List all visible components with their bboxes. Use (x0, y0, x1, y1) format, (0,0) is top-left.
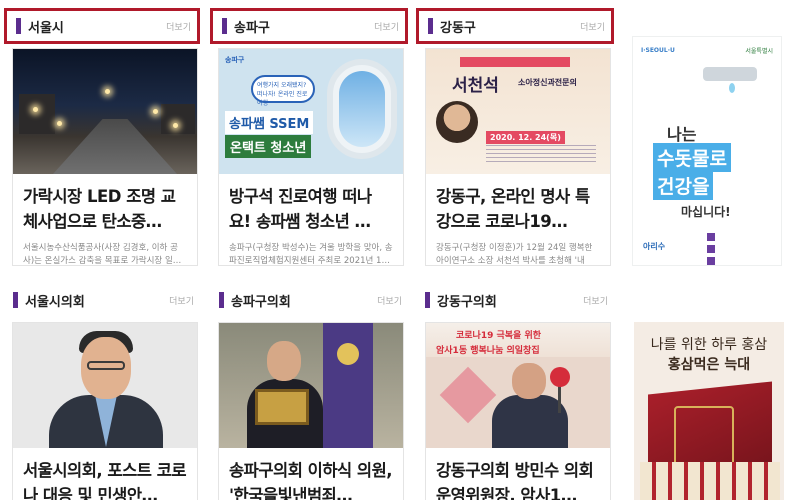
section-title: 송파구 (234, 20, 270, 36)
section-bar (13, 292, 18, 308)
section-header-seoul: 서울시 더보기 (4, 8, 200, 44)
thumb-bubble: 여행가지 오래됐지? 떠나자! 온라인 진로여행 (251, 75, 315, 107)
award-plaque-image (255, 389, 309, 425)
news-card-seoul-council[interactable]: 서울시의회, 포스트 코로나 대응 및 민생안… (12, 322, 198, 500)
ad-text: 건강을 (653, 171, 714, 200)
section-header-seoul-council: 서울시의회 더보기 (4, 282, 200, 318)
news-summary[interactable]: 서울시농수산식품공사(사장 김경호, 이하 공사)는 온실가스 감축을 목표로 … (13, 236, 197, 265)
airplane-window-image (327, 59, 397, 159)
news-headline[interactable]: 강동구의회 방민수 의회운영위원장, 암사1… (426, 448, 610, 500)
thumb-banner: 송파쌤 SSEM (225, 111, 314, 134)
news-headline[interactable]: 서울시의회, 포스트 코로나 대응 및 민생안… (13, 448, 197, 500)
thumb-date: 2020. 12. 24(목) (486, 131, 565, 144)
more-link[interactable]: 더보기 (166, 20, 191, 33)
thumb-text: 코로나19 극복을 위한 (456, 331, 542, 341)
section-bar (222, 18, 227, 34)
news-thumbnail[interactable] (219, 323, 403, 448)
ad-logo: 아리수 (643, 242, 666, 251)
thumb-logo: 송파구 (225, 56, 245, 64)
section-title: 강동구의회 (437, 294, 497, 310)
news-headline[interactable]: 송파구의회 이하식 의원, '한국을빛낸범죄… (219, 448, 403, 500)
section-header-gangdong-council: 강동구의회 더보기 (416, 282, 614, 318)
ad-banner-water[interactable]: I·SEOUL·U 서울특별시 나는 수돗물로 건강을 마십니다! 아리수 (632, 36, 782, 266)
news-summary[interactable]: 강동구(구청장 이정훈)가 12월 24일 행복한아이연구소 소장 서천석 박사… (426, 236, 610, 265)
section-header-songpa-council: 송파구의회 더보기 (210, 282, 408, 318)
ad-text: 나를 위한 하루 홍삼 (650, 337, 768, 353)
heart-icon (439, 366, 497, 424)
thumb-text: 암사1동 행복나눔 의일창집 (436, 346, 540, 356)
section-title: 서울시의회 (25, 294, 85, 310)
water-drop-icon (729, 83, 735, 93)
thumb-subtitle: 소아정신과전문의 (518, 78, 577, 87)
section-title: 강동구 (440, 20, 476, 36)
section-bar (16, 18, 21, 34)
ad-sponsor: 서울특별시 (745, 48, 773, 55)
ad-text: 나는 (667, 125, 697, 144)
news-headline[interactable]: 방구석 진로여행 떠나요! 송파쌤 청소년 … (219, 174, 403, 236)
section-bar (219, 292, 224, 308)
news-thumbnail[interactable] (13, 49, 197, 174)
section-header-songpa: 송파구 더보기 (210, 8, 408, 44)
section-title: 송파구의회 (231, 294, 291, 310)
thumb-name: 서천석 (452, 76, 499, 96)
section-title: 서울시 (28, 20, 64, 36)
more-link[interactable]: 더보기 (377, 294, 402, 307)
ad-brand: I·SEOUL·U (641, 47, 675, 54)
ad-text: 수돗물로 (653, 143, 731, 172)
news-headline[interactable]: 가락시장 LED 조명 교체사업으로 탄소중… (13, 174, 197, 236)
ad-text: 마십니다! (681, 205, 731, 219)
section-header-gangdong: 강동구 더보기 (416, 8, 614, 44)
news-card-gangdong-council[interactable]: 코로나19 극복을 위한 암사1동 행복나눔 의일창집 강동구의회 방민수 의회… (425, 322, 611, 500)
news-card-gangdong[interactable]: 서천석 소아정신과전문의 2020. 12. 24(목) 강동구, 온라인 명사… (425, 48, 611, 266)
speaker-photo (436, 101, 478, 143)
news-thumbnail[interactable] (13, 323, 197, 448)
more-link[interactable]: 더보기 (374, 20, 399, 33)
ad-text: 홍삼먹은 늑대 (667, 357, 751, 373)
news-summary[interactable]: 송파구(구청장 박성수)는 겨울 방학을 맞아, 송파진로직업체험지원센터 주최… (219, 236, 403, 265)
ad-banner-ginseng[interactable]: 나를 위한 하루 홍삼 홍삼먹은 늑대 (634, 322, 784, 500)
more-link[interactable]: 더보기 (583, 294, 608, 307)
section-bar (425, 292, 430, 308)
faucet-icon (703, 67, 757, 81)
thumb-banner: 온택트 청소년 (225, 135, 312, 158)
news-card-seoul[interactable]: 가락시장 LED 조명 교체사업으로 탄소중… 서울시농수산식품공사(사장 김경… (12, 48, 198, 266)
more-link[interactable]: 더보기 (169, 294, 194, 307)
news-card-songpa-council[interactable]: 송파구의회 이하식 의원, '한국을빛낸범죄… (218, 322, 404, 500)
news-thumbnail[interactable]: 서천석 소아정신과전문의 2020. 12. 24(목) (426, 49, 610, 174)
more-link[interactable]: 더보기 (580, 20, 605, 33)
news-headline[interactable]: 강동구, 온라인 명사 특강으로 코로나19… (426, 174, 610, 236)
news-thumbnail[interactable]: 코로나19 극복을 위한 암사1동 행복나눔 의일창집 (426, 323, 610, 448)
news-card-songpa[interactable]: 송파구 여행가지 오래됐지? 떠나자! 온라인 진로여행 송파쌤 SSEM 온택… (218, 48, 404, 266)
section-bar (428, 18, 433, 34)
news-thumbnail[interactable]: 송파구 여행가지 오래됐지? 떠나자! 온라인 진로여행 송파쌤 SSEM 온택… (219, 49, 403, 174)
